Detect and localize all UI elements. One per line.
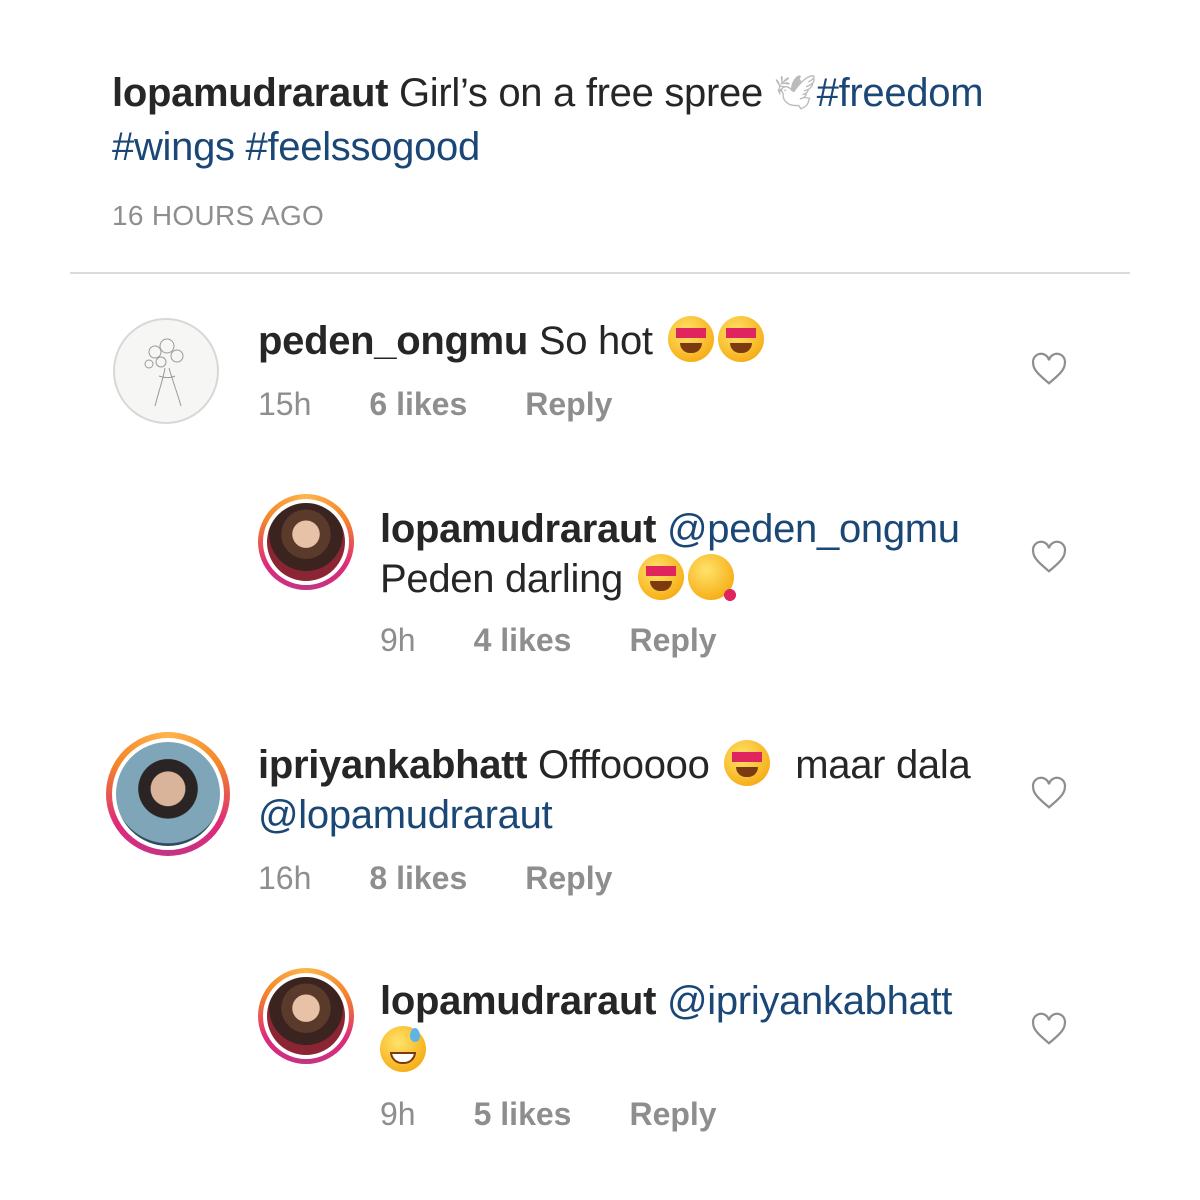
avatar[interactable] xyxy=(106,732,230,856)
avatar[interactable] xyxy=(258,968,354,1064)
like-heart-icon[interactable] xyxy=(1030,774,1068,812)
divider xyxy=(70,272,1130,274)
comment-meta: 9h 5 likes Reply xyxy=(380,1096,775,1133)
sketch-avatar-icon xyxy=(144,338,184,407)
heart-eyes-emoji-icon xyxy=(717,316,764,362)
reply-button[interactable]: Reply xyxy=(629,1096,716,1133)
comment-username[interactable]: lopamudraraut xyxy=(380,507,656,551)
comment-time: 16h xyxy=(258,860,312,896)
hashtag-freedom[interactable]: #freedom xyxy=(817,71,984,115)
comment-username[interactable]: peden_ongmu xyxy=(258,319,528,363)
like-heart-icon[interactable] xyxy=(1030,1010,1068,1048)
caption-username[interactable]: lopamudraraut xyxy=(112,71,388,115)
reply-button[interactable]: Reply xyxy=(629,622,716,659)
avatar-image xyxy=(263,499,349,585)
reply-button[interactable]: Reply xyxy=(525,386,612,423)
post-time: 16 HOURS AGO xyxy=(112,200,325,231)
comment-likes[interactable]: 5 likes xyxy=(474,1096,572,1133)
comment-meta: 16h 8 likes Reply xyxy=(258,860,670,897)
hashtag-wings[interactable]: #wings xyxy=(112,125,235,169)
avatar-image xyxy=(263,973,349,1059)
post-caption: lopamudraraut Girl’s on a free spree 🕊#f… xyxy=(112,66,1092,174)
mention-link[interactable]: @peden_ongmu xyxy=(667,507,960,551)
heart-eyes-emoji-icon xyxy=(724,740,771,786)
heart-eyes-emoji-icon xyxy=(667,316,714,362)
comment-text: Offfooooo xyxy=(538,743,710,787)
grinning-sweat-emoji-icon xyxy=(380,1026,426,1072)
mention-link[interactable]: @lopamudraraut xyxy=(258,793,553,837)
like-heart-icon[interactable] xyxy=(1030,538,1068,576)
comment-body: lopamudraraut @peden_ongmu Peden darling xyxy=(380,504,1000,604)
comment-text: So hot xyxy=(538,319,653,363)
comment-text-after: maar dala xyxy=(795,743,971,787)
comment-body: lopamudraraut @ipriyankabhatt xyxy=(380,976,1000,1076)
comment-body: peden_ongmu So hot xyxy=(258,316,764,366)
comment-likes[interactable]: 8 likes xyxy=(369,860,467,897)
reply-button[interactable]: Reply xyxy=(525,860,612,897)
like-heart-icon[interactable] xyxy=(1030,350,1068,388)
heart-eyes-emoji-icon xyxy=(637,554,684,600)
mention-link[interactable]: @ipriyankabhatt xyxy=(667,979,952,1023)
comment-meta: 9h 4 likes Reply xyxy=(380,622,775,659)
comment-body: ipriyankabhatt Offfooooo maar dala @lopa… xyxy=(258,740,998,840)
comment-meta: 15h 6 likes Reply xyxy=(258,386,670,423)
hashtag-feelssogood[interactable]: #feelssogood xyxy=(246,125,481,169)
comment-username[interactable]: lopamudraraut xyxy=(380,979,656,1023)
comment-likes[interactable]: 6 likes xyxy=(369,386,467,423)
comment-likes[interactable]: 4 likes xyxy=(474,622,572,659)
comment-time: 15h xyxy=(258,386,312,422)
comment-text: Peden darling xyxy=(380,557,623,601)
avatar[interactable] xyxy=(113,318,219,424)
comment-time: 9h xyxy=(380,1096,416,1132)
dove-icon: 🕊 xyxy=(773,74,817,112)
caption-text: Girl’s on a free spree xyxy=(398,71,763,115)
avatar[interactable] xyxy=(258,494,354,590)
avatar-image xyxy=(112,738,224,850)
comment-time: 9h xyxy=(380,622,416,658)
comment-username[interactable]: ipriyankabhatt xyxy=(258,743,528,787)
kissing-heart-emoji-icon xyxy=(687,554,738,602)
